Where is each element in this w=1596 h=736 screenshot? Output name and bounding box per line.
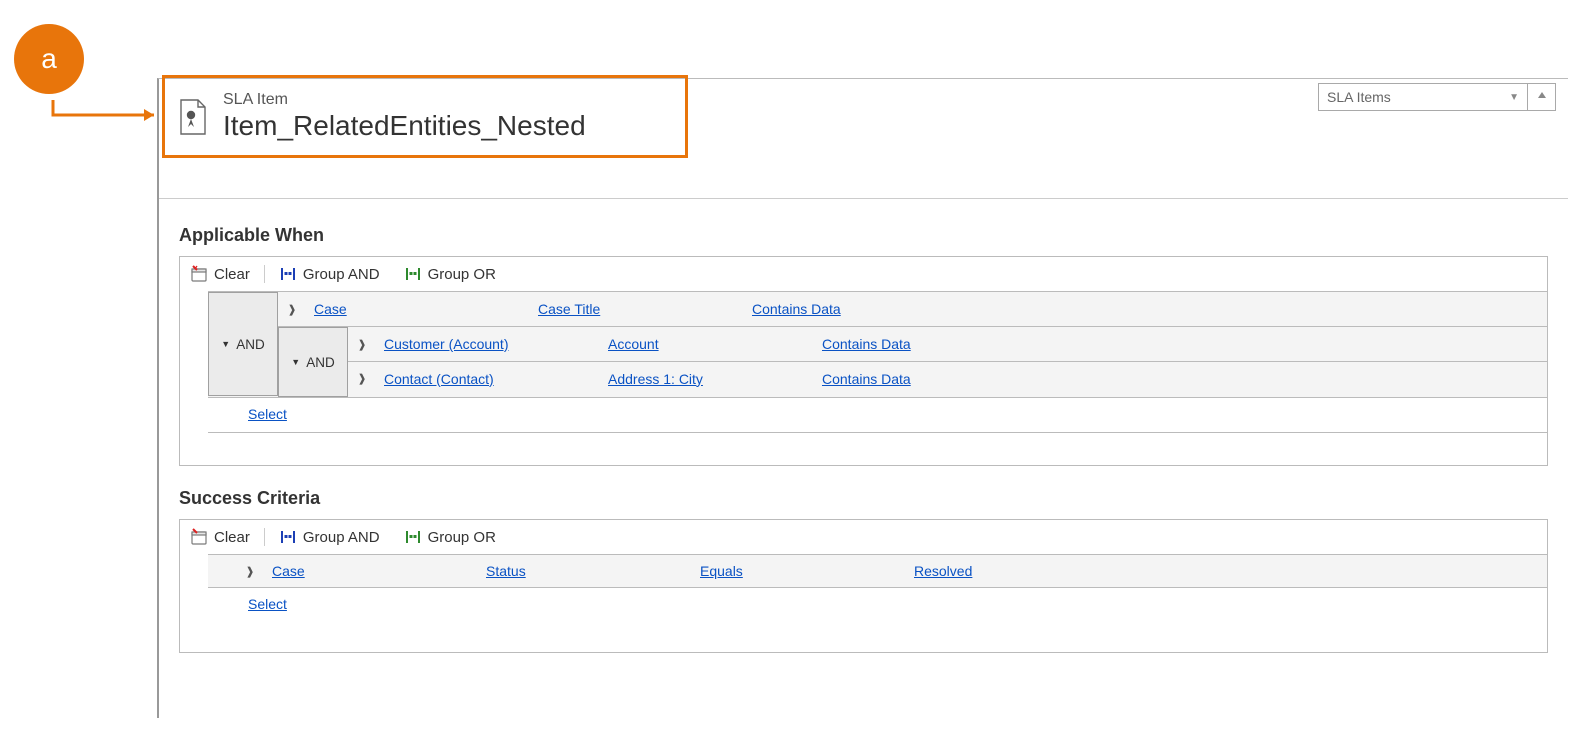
root-and-group[interactable]: ▼ AND xyxy=(208,292,278,396)
nested-condition-line: ❱ Contact (Contact) Address 1: City Cont… xyxy=(348,361,1547,395)
clear-label: Clear xyxy=(214,266,250,283)
callout-letter: a xyxy=(41,43,57,75)
value-link[interactable]: Resolved xyxy=(914,563,972,579)
record-panel: SLA Item Item_RelatedEntities_Nested SLA… xyxy=(157,78,1568,718)
entity-link[interactable]: Customer (Account) xyxy=(384,336,594,352)
related-nav: SLA Items ▼ xyxy=(1318,83,1556,111)
clear-icon xyxy=(190,528,208,546)
attribute-link[interactable]: Address 1: City xyxy=(608,371,808,387)
related-select-value: SLA Items xyxy=(1327,89,1391,105)
clear-label: Clear xyxy=(214,529,250,546)
record-header: SLA Item Item_RelatedEntities_Nested SLA… xyxy=(159,79,1568,199)
toolbar-separator xyxy=(264,265,265,283)
record-name: Item_RelatedEntities_Nested xyxy=(223,110,586,142)
group-and-icon xyxy=(279,528,297,546)
root-condition-line: ❱ Case Case Title Contains Data xyxy=(278,292,1547,326)
operator-link[interactable]: Contains Data xyxy=(752,301,932,317)
condition-root-row: ▼ AND ❱ Case Case Title Contains Data xyxy=(208,291,1547,398)
caret-down-icon: ▼ xyxy=(221,339,230,349)
entity-icon xyxy=(175,97,211,137)
section-title-success: Success Criteria xyxy=(179,488,1548,509)
select-link[interactable]: Select xyxy=(248,406,287,422)
arrow-up-icon xyxy=(1536,89,1548,105)
group-or-label: Group OR xyxy=(428,529,496,546)
row-chevron-icon[interactable]: ❱ xyxy=(284,303,300,316)
clear-button[interactable]: Clear xyxy=(186,263,254,285)
success-condition-line: ❱ Case Status Equals Resolved xyxy=(208,554,1547,588)
caret-down-icon: ▼ xyxy=(291,357,300,367)
section-title-applicable: Applicable When xyxy=(179,225,1548,246)
title-highlight-box: SLA Item Item_RelatedEntities_Nested xyxy=(162,75,688,158)
group-or-icon xyxy=(404,528,422,546)
row-chevron-icon[interactable]: ❱ xyxy=(354,372,370,385)
nav-up-button[interactable] xyxy=(1528,83,1556,111)
callout-badge: a xyxy=(14,24,84,94)
group-and-button[interactable]: Group AND xyxy=(275,263,384,285)
entity-link[interactable]: Contact (Contact) xyxy=(384,371,594,387)
group-and-label: Group AND xyxy=(303,529,380,546)
nested-group-label: AND xyxy=(306,355,335,370)
operator-link[interactable]: Equals xyxy=(700,563,900,579)
applicable-toolbar: Clear Group AND xyxy=(180,257,1547,291)
related-select[interactable]: SLA Items ▼ xyxy=(1318,83,1528,111)
row-chevron-icon[interactable]: ❱ xyxy=(354,338,370,351)
entity-link[interactable]: Case xyxy=(314,301,524,317)
toolbar-separator xyxy=(264,528,265,546)
entity-type-label: SLA Item xyxy=(223,91,586,109)
nested-and-group[interactable]: ▼ AND xyxy=(278,327,348,397)
row-chevron-icon[interactable]: ❱ xyxy=(242,565,258,578)
entity-link[interactable]: Case xyxy=(272,563,472,579)
nested-condition-line: ❱ Customer (Account) Account Contains Da… xyxy=(348,327,1547,361)
group-or-label: Group OR xyxy=(428,266,496,283)
root-group-label: AND xyxy=(236,337,265,352)
group-or-button[interactable]: Group OR xyxy=(400,263,500,285)
operator-link[interactable]: Contains Data xyxy=(822,371,1002,387)
group-and-icon xyxy=(279,265,297,283)
success-toolbar: Clear Group AND xyxy=(180,520,1547,554)
attribute-link[interactable]: Status xyxy=(486,563,686,579)
group-and-label: Group AND xyxy=(303,266,380,283)
group-and-button[interactable]: Group AND xyxy=(275,526,384,548)
operator-link[interactable]: Contains Data xyxy=(822,336,1002,352)
select-link[interactable]: Select xyxy=(248,596,287,612)
callout-arrow xyxy=(48,100,164,130)
group-or-button[interactable]: Group OR xyxy=(400,526,500,548)
applicable-when-box: Clear Group AND xyxy=(179,256,1548,466)
chevron-down-icon: ▼ xyxy=(1509,92,1519,103)
clear-icon xyxy=(190,265,208,283)
success-criteria-box: Clear Group AND xyxy=(179,519,1548,653)
clear-button[interactable]: Clear xyxy=(186,526,254,548)
group-or-icon xyxy=(404,265,422,283)
attribute-link[interactable]: Case Title xyxy=(538,301,738,317)
attribute-link[interactable]: Account xyxy=(608,336,808,352)
